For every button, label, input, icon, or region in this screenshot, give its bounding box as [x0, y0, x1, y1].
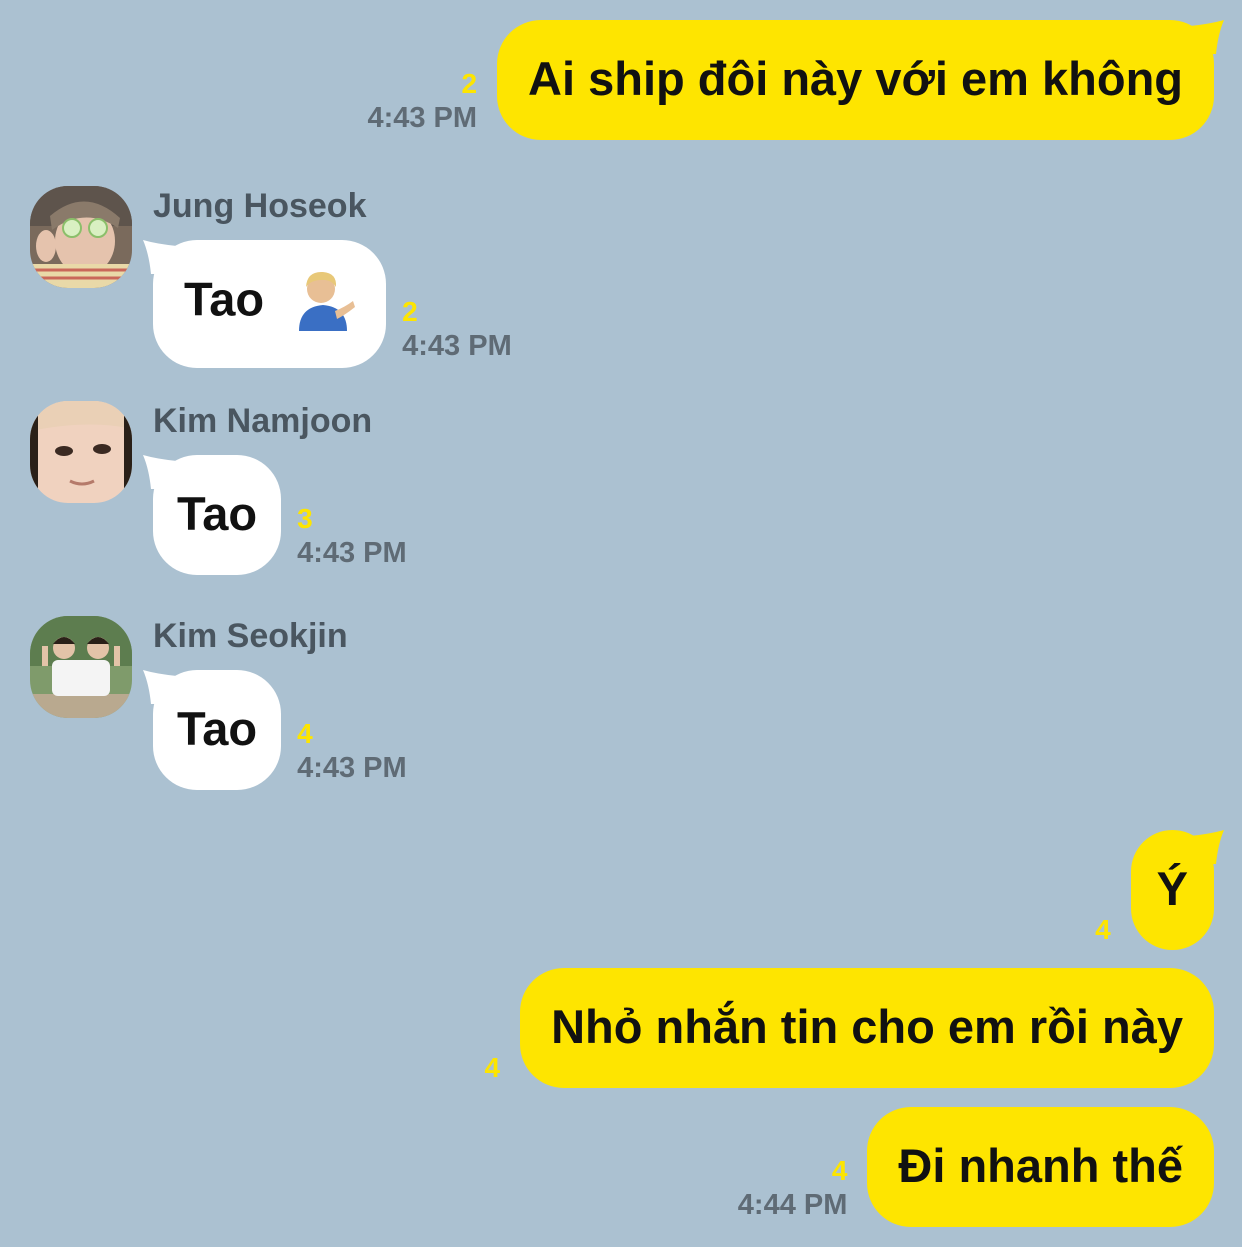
message-row-outgoing: 2 4:43 PM Ai ship đôi này với em không — [367, 20, 1224, 140]
avatar[interactable] — [30, 616, 132, 718]
message-bubble[interactable]: Nhỏ nhắn tin cho em rồi này — [520, 968, 1214, 1088]
message-meta: 4 — [484, 1052, 500, 1084]
message-bubble[interactable]: Ý — [1130, 830, 1224, 950]
sender-name: Jung Hoseok — [153, 187, 367, 225]
avatar[interactable] — [30, 186, 132, 288]
message-row-incoming: Tao 3 4:43 PM — [143, 455, 407, 575]
bubble-tail-icon — [143, 240, 177, 274]
bubble-tail-icon — [143, 670, 177, 704]
unread-count: 4 — [831, 1155, 848, 1186]
message-meta: 2 4:43 PM — [367, 68, 477, 136]
message-meta: 3 4:43 PM — [297, 503, 407, 571]
message-bubble[interactable]: Tao — [143, 670, 282, 790]
message-bubble[interactable]: Tao — [143, 455, 282, 575]
message-text: Tao — [177, 487, 258, 540]
unread-count: 3 — [297, 503, 313, 534]
message-row-outgoing: 4 Nhỏ nhắn tin cho em rồi này — [484, 968, 1214, 1088]
message-time: 4:43 PM — [367, 102, 478, 134]
unread-count: 2 — [461, 68, 478, 99]
avatar-photo-icon — [30, 616, 132, 718]
message-text: Ai ship đôi này với em không — [528, 52, 1183, 105]
message-group-incoming: Jung Hoseok Tao 2 4:43 PM — [30, 186, 550, 368]
message-meta: 4 4:43 PM — [297, 718, 407, 786]
message-group-incoming: Kim Seokjin Tao 4 4:43 PM — [30, 616, 450, 796]
avatar-photo-icon — [30, 186, 132, 288]
message-bubble[interactable]: Tao — [143, 240, 387, 368]
bubble-tail-icon — [1190, 20, 1224, 54]
unread-count: 2 — [402, 296, 418, 327]
sender-name: Kim Namjoon — [153, 402, 373, 440]
message-text: Ý — [1156, 862, 1188, 915]
avatar[interactable] — [30, 401, 132, 503]
message-meta: 2 4:43 PM — [402, 296, 512, 364]
message-time: 4:43 PM — [402, 330, 512, 362]
bubble-tail-icon — [143, 455, 177, 489]
message-text: Đi nhanh thế — [898, 1139, 1183, 1192]
message-row-incoming: Tao 4 4:43 PM — [143, 670, 407, 790]
unread-count: 4 — [297, 718, 313, 749]
message-row-outgoing: 4 Ý — [1095, 830, 1224, 950]
message-time: 4:43 PM — [297, 537, 407, 569]
message-meta: 4 — [1095, 914, 1111, 946]
message-group-incoming: Kim Namjoon Tao 3 4:43 PM — [30, 401, 450, 581]
message-bubble[interactable]: Ai ship đôi này với em không — [497, 20, 1224, 140]
bubble-tail-icon — [1190, 830, 1224, 864]
message-text: Nhỏ nhắn tin cho em rồi này — [551, 1000, 1183, 1053]
avatar-photo-icon — [30, 401, 132, 503]
message-time: 4:43 PM — [297, 752, 407, 784]
message-bubble[interactable]: Đi nhanh thế — [867, 1107, 1214, 1227]
chat-room[interactable]: 2 4:43 PM Ai ship đôi này với em không J… — [0, 0, 1242, 1247]
message-meta: 4 4:44 PM — [738, 1155, 848, 1223]
message-text: Tao — [177, 702, 258, 755]
message-text: Tao — [184, 272, 265, 326]
message-row-incoming: Tao 2 4:43 PM — [143, 240, 512, 368]
person-tipping-hand-emoji-icon — [299, 271, 356, 331]
unread-count: 4 — [1095, 914, 1111, 945]
message-row-outgoing: 4 4:44 PM Đi nhanh thế — [738, 1107, 1214, 1227]
unread-count: 4 — [484, 1052, 501, 1083]
message-time: 4:44 PM — [737, 1189, 848, 1221]
sender-name: Kim Seokjin — [153, 617, 348, 655]
